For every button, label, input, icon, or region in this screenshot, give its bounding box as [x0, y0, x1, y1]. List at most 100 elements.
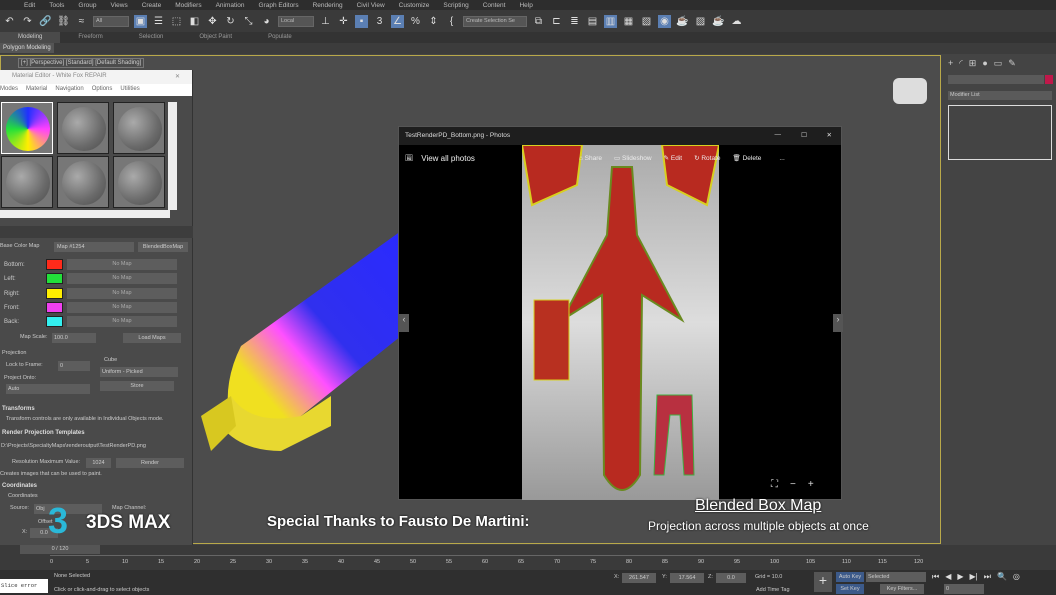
go-to-end-icon[interactable]: ⏭: [984, 572, 991, 582]
modify-tab-icon[interactable]: ◜: [959, 58, 963, 69]
map-scale-spinner[interactable]: 100.0: [52, 333, 96, 343]
menu-rendering[interactable]: Rendering: [313, 2, 343, 9]
minimize-icon[interactable]: —: [775, 131, 782, 138]
menu-tools[interactable]: Tools: [49, 2, 64, 9]
place-icon[interactable]: ◕: [260, 15, 273, 28]
render-setup-icon[interactable]: ☕: [676, 15, 689, 28]
color-swatch[interactable]: [46, 302, 63, 313]
align-icon[interactable]: ⊏: [550, 15, 563, 28]
coordinates-rollout[interactable]: Coordinates: [2, 483, 37, 489]
angle-snap-icon[interactable]: ∠: [391, 14, 404, 28]
x-coord-field[interactable]: 261.547: [622, 573, 656, 583]
tab-selection[interactable]: Selection: [121, 32, 182, 43]
default-in-out-tangent-icon[interactable]: +: [814, 572, 832, 592]
material-slot-2[interactable]: [57, 102, 109, 154]
rect-selection-icon[interactable]: ⬚: [170, 15, 183, 28]
modifier-stack[interactable]: [948, 105, 1052, 160]
add-time-tag-button[interactable]: Add Time Tag: [756, 587, 790, 593]
render-templates-rollout[interactable]: Render Projection Templates: [2, 430, 85, 436]
pivot-icon[interactable]: ⊥: [319, 15, 332, 28]
store-button[interactable]: Store: [100, 381, 174, 391]
resolution-spinner[interactable]: 1024: [86, 458, 111, 468]
menu-group[interactable]: Group: [78, 2, 96, 9]
viewport-label[interactable]: [+] [Perspective] [Standard] [Default Sh…: [18, 58, 145, 68]
menu-content[interactable]: Content: [483, 2, 506, 9]
delete-button[interactable]: 🗑 Delete: [733, 154, 762, 162]
timeline-ruler[interactable]: 0 5 10 15 20 25 30 35 40 45 50 55 60 65 70 75 80 85 90 95 10…: [50, 555, 923, 569]
polygon-modeling-button[interactable]: Polygon Modeling: [0, 43, 54, 53]
close-icon[interactable]: ✕: [827, 131, 832, 139]
create-tab-icon[interactable]: +: [948, 58, 953, 69]
undo-icon[interactable]: ↶: [3, 15, 16, 28]
menu-animation[interactable]: Animation: [216, 2, 245, 9]
modifier-list-dropdown[interactable]: Modifier List: [948, 91, 1052, 100]
template-path-field[interactable]: D:\Projects\SpecialtyMaps\renderoutput\T…: [1, 443, 169, 449]
go-to-start-icon[interactable]: ⏮: [932, 572, 939, 582]
select-by-name-icon[interactable]: ☰: [152, 15, 165, 28]
redo-icon[interactable]: ↷: [21, 15, 34, 28]
share-button[interactable]: ⌂ Share: [579, 155, 602, 162]
zoom-out-icon[interactable]: −: [790, 479, 796, 490]
object-name-field[interactable]: [948, 75, 1044, 84]
move-icon[interactable]: ✥: [206, 15, 219, 28]
previous-frame-icon[interactable]: ◀: [945, 572, 951, 582]
play-icon[interactable]: ▶: [957, 572, 963, 582]
map-button[interactable]: No Map: [67, 316, 177, 327]
maxscript-listener[interactable]: Slice error: [0, 579, 48, 593]
menu-customize[interactable]: Customize: [399, 2, 430, 9]
selection-filter-dropdown[interactable]: All: [93, 15, 129, 27]
set-key-button[interactable]: Set Key: [836, 584, 864, 594]
menu-material[interactable]: Material: [26, 86, 47, 94]
auto-key-button[interactable]: Auto Key: [836, 572, 864, 582]
horizontal-scrollbar[interactable]: [0, 210, 170, 218]
material-slot-4[interactable]: [1, 156, 53, 208]
map-name-field[interactable]: Map #1254: [54, 242, 134, 252]
display-tab-icon[interactable]: ▭: [994, 58, 1003, 69]
object-color-swatch[interactable]: [1045, 75, 1053, 84]
edit-button[interactable]: ✎ Edit: [664, 154, 682, 162]
menu-modifiers[interactable]: Modifiers: [175, 2, 201, 9]
cube-mode-dropdown[interactable]: Uniform - Picked: [100, 367, 178, 377]
map-button[interactable]: No Map: [67, 273, 177, 284]
zoom-icon[interactable]: 🔍: [997, 572, 1007, 582]
select-manipulate-icon[interactable]: ✛: [337, 15, 350, 28]
map-type-button[interactable]: BlendedBoxMap: [138, 242, 188, 252]
rendered-frame-icon[interactable]: ▨: [694, 15, 707, 28]
rotate-button[interactable]: ↻ Rotate: [694, 154, 720, 162]
current-frame-field[interactable]: 0: [944, 584, 984, 594]
utilities-tab-icon[interactable]: ✎: [1008, 58, 1016, 69]
next-photo-button[interactable]: ›: [833, 314, 843, 332]
viewcube-icon[interactable]: [893, 78, 927, 104]
more-options-button[interactable]: ...: [779, 155, 784, 162]
next-frame-icon[interactable]: ▶|: [970, 572, 978, 582]
cube-checkbox[interactable]: Cube: [104, 357, 117, 363]
layer-icon[interactable]: ≣: [568, 15, 581, 28]
snap-icon[interactable]: 3: [373, 15, 386, 28]
tab-modeling[interactable]: Modeling: [0, 32, 61, 43]
time-slider[interactable]: 0 / 120: [20, 545, 100, 554]
unlink-icon[interactable]: ⛓: [57, 15, 70, 28]
key-mode-dropdown[interactable]: Selected: [866, 572, 926, 582]
bind-space-warp-icon[interactable]: ≈: [75, 15, 88, 28]
keyboard-shortcut-icon[interactable]: ▪: [355, 14, 368, 28]
material-slot-6[interactable]: [113, 156, 165, 208]
link-icon[interactable]: 🔗: [39, 15, 52, 28]
menu-options[interactable]: Options: [92, 86, 113, 94]
lock-frame-spinner[interactable]: 0: [58, 361, 90, 371]
material-slot-1[interactable]: [1, 102, 53, 154]
spinner-snap-icon[interactable]: ⇕: [427, 15, 440, 28]
transforms-rollout[interactable]: Transforms: [2, 406, 35, 412]
hierarchy-tab-icon[interactable]: ⊞: [969, 58, 977, 69]
percent-snap-icon[interactable]: %: [409, 15, 422, 28]
scale-icon[interactable]: ⤡: [242, 15, 255, 28]
key-filters-button[interactable]: Key Filters...: [880, 584, 924, 594]
fullscreen-icon[interactable]: ⛶: [771, 479, 778, 490]
render-button[interactable]: Render: [116, 458, 184, 468]
color-swatch[interactable]: [46, 288, 63, 299]
render-cloud-icon[interactable]: ☁: [730, 15, 743, 28]
z-coord-field[interactable]: 0.0: [716, 573, 746, 583]
edit-named-sets-icon[interactable]: {: [445, 15, 458, 28]
y-coord-field[interactable]: 17.564: [670, 573, 704, 583]
menu-help[interactable]: Help: [519, 2, 532, 9]
lock-to-frame-checkbox[interactable]: Lock to Frame:: [6, 362, 43, 368]
